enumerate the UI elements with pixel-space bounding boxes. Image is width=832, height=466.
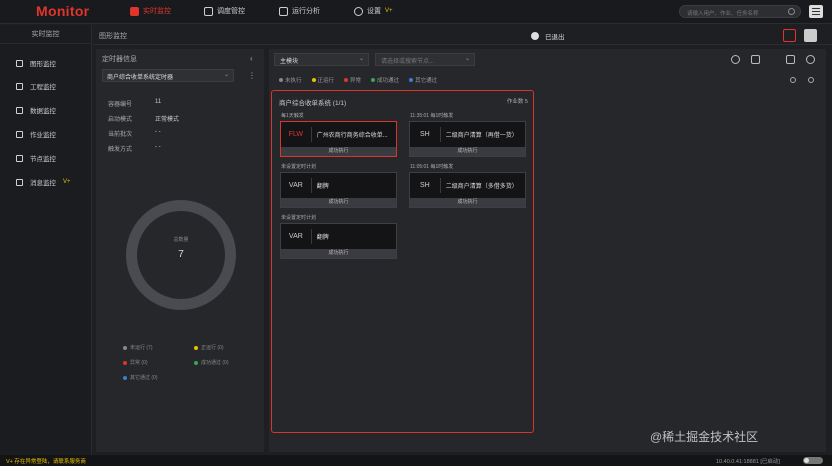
nav-schedule-control[interactable]: 调度管控 [204,6,245,16]
node-search-select[interactable]: 请选择或搜索节点... ⌄ [375,53,475,66]
settings-small-icon[interactable] [808,77,814,83]
chevron-down-icon: ⌄ [358,56,364,62]
field-container-id: 容器编号 11 [108,99,162,108]
module-select[interactable]: 主模块 ⌄ [274,53,369,66]
status-other: 其它通过 [409,76,437,84]
list-view-button[interactable] [804,29,817,42]
grid-icon [16,82,23,90]
sidebar: 实时监控 图形监控 工程监控 数据监控 作业监控 节点监控 消息监控 V+ [0,25,92,455]
sidebar-item-node-monitor[interactable]: 节点监控 [16,153,56,163]
more-icon[interactable]: ⋮ [248,71,256,80]
job-card[interactable]: SH 二级商户清算（再借一货） 成功执行 [409,121,526,157]
power-icon [531,32,539,40]
database-icon [16,106,23,114]
field-start-mode: 启动模式 正常模式 [108,117,180,123]
warning-text: V+ 存在异常登陆，请联系服务商 [6,459,86,465]
quit-status[interactable]: 已退出 [531,31,565,41]
collapse-icon[interactable]: ‹ [250,54,253,63]
field-current-batch: 当前批次 - - [108,129,161,138]
calendar-icon [204,6,213,16]
sidebar-item-message-monitor[interactable]: 消息监控 V+ [16,177,71,187]
job-card[interactable]: VAR 翻牌 成功执行 [280,223,397,259]
reload-icon[interactable] [806,55,815,64]
vip-badge: V+ [385,8,393,14]
sub-header: 图形监控 已退出 [93,25,832,45]
job-count: 作业数 5 [506,99,528,105]
status-bar: V+ 存在异常登陆，请联系服务商 10.40.0.41:18881 [已启动] [0,455,832,466]
sidebar-title: 实时监控 [0,25,91,44]
app-logo: Monitor [36,3,90,19]
timer-info-panel: 定时器信息 ‹ 商户综合收单系统定时器 ⌄ ⋮ 容器编号 11 启动模式 正常模式 当… [96,49,264,452]
monitor-icon [130,6,139,16]
screen-mode-button[interactable] [783,29,796,42]
nav-realtime-monitor[interactable]: 实时监控 [130,6,171,16]
legend-other: 其它通过 (0) [123,374,158,381]
job-card[interactable]: SH 二级商户清算（多借多货） 成功执行 [409,172,526,208]
list-icon [16,130,23,138]
tree-icon [16,154,23,162]
legend-running: 正运行 (0) [194,344,224,351]
sidebar-item-data-monitor[interactable]: 数据监控 [16,105,56,115]
job-card[interactable]: VAR 翻牌 成功执行 [280,172,397,208]
chart-icon [279,6,288,16]
flow-canvas: 商户综合收单系统 (1/1) 作业数 5 每1天触发 FLW 广州农商行商务综合收… [271,90,534,433]
sidebar-item-project-monitor[interactable]: 工程监控 [16,81,56,91]
group-label: 未设置定时计划 [281,164,317,170]
nav-settings[interactable]: 设置 V+ [354,6,393,16]
screen-icon [16,59,23,67]
group-label: 11:35:01 每1时触发 [410,113,454,119]
legend-error: 异常 (0) [123,359,148,366]
flow-title: 商户综合收单系统 (1/1) [279,100,347,107]
total-donut: 总数量 7 [126,200,236,310]
layout-icon[interactable] [786,55,795,64]
legend-success: 成功通过 (0) [194,359,229,366]
status-running: 正运行 [311,76,334,84]
target-icon[interactable] [790,77,796,83]
theme-toggle[interactable] [803,457,823,464]
chevron-down-icon: ⌄ [223,72,229,78]
top-bar: Monitor 实时监控 调度管控 运行分析 设置 V+ 请输入用户、作业、任务名… [0,0,832,24]
gear-icon [354,6,363,16]
group-label: 每1天触发 [281,113,304,119]
group-label: 11:05:01 每1时触发 [410,164,454,170]
status-not-run: 未执行 [279,76,302,84]
refresh-icon[interactable] [731,55,740,64]
server-info: 10.40.0.41:18881 [已启动] [716,459,780,465]
message-icon [16,178,23,186]
chevron-down-icon: ⌄ [464,56,470,62]
search-input[interactable]: 请输入用户、作业、任务名称 [679,5,801,18]
vip-badge: V+ [63,179,71,185]
search-icon[interactable] [788,8,795,15]
download-icon[interactable] [751,55,760,64]
menu-icon[interactable] [809,5,823,18]
panel-title: 定时器信息 [102,56,137,63]
watermark: @稀土掘金技术社区 [650,430,759,444]
page-title: 图形监控 [99,33,127,40]
job-card[interactable]: FLW 广州农商行商务综合收单... 成功执行 [280,121,397,157]
status-success: 成功通过 [371,76,399,84]
status-error: 异常 [344,76,361,84]
legend-not-run: 未运行 (7) [123,344,153,351]
sidebar-item-graph-monitor[interactable]: 图形监控 [16,58,56,68]
nav-run-analysis[interactable]: 运行分析 [279,6,320,16]
group-label: 未设置定时计划 [281,215,317,221]
field-trigger-mode: 触发方式 - - [108,144,161,153]
timer-select[interactable]: 商户综合收单系统定时器 ⌄ [102,69,234,82]
sidebar-item-job-monitor[interactable]: 作业监控 [16,129,56,139]
status-legend: 未执行 正运行 异常 成功通过 其它通过 [279,76,437,84]
